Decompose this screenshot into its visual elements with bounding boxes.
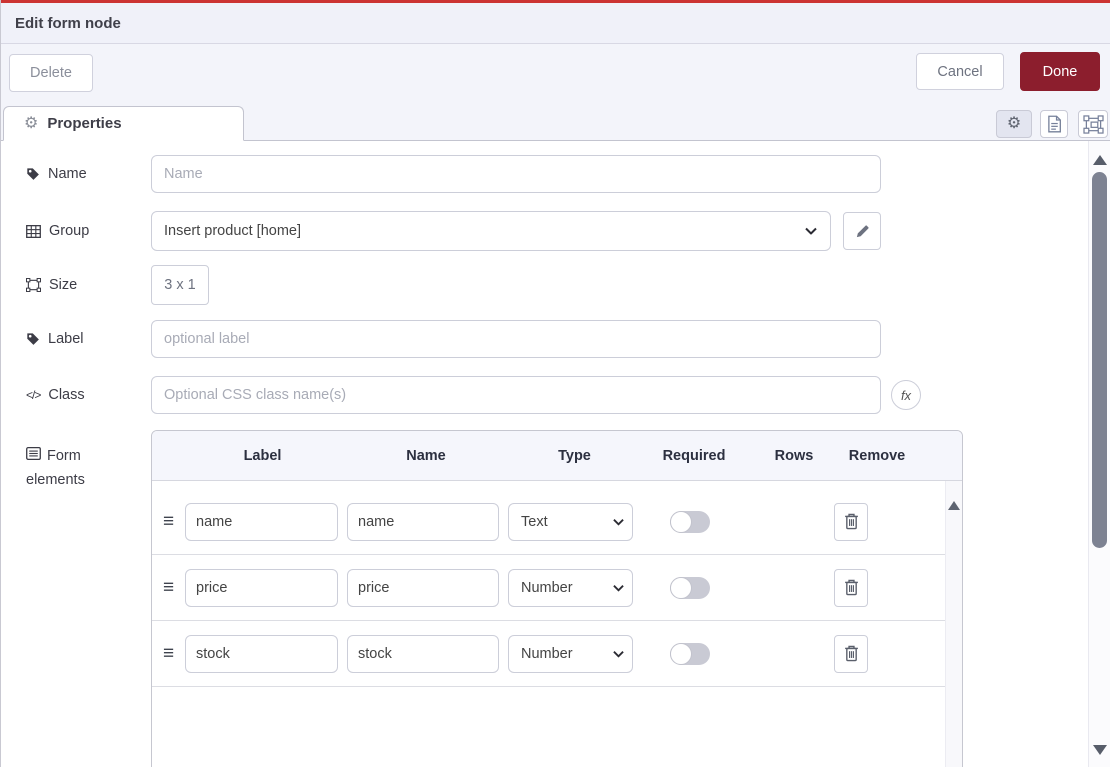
cancel-button[interactable]: Cancel: [916, 53, 1004, 90]
form-element-row: ≡ Text: [152, 489, 945, 555]
column-header-rows: Rows: [764, 448, 824, 464]
panel-scrollbar[interactable]: [1088, 141, 1110, 767]
element-type-select[interactable]: Text: [508, 503, 633, 541]
remove-element-button[interactable]: [834, 635, 868, 673]
form-elements-rows: ≡ Text ≡ Number: [152, 481, 945, 767]
done-button[interactable]: Done: [1020, 52, 1100, 91]
name-input[interactable]: [151, 155, 881, 193]
size-field-label: Size: [26, 277, 151, 293]
field-row-size: Size 3 x 1: [26, 265, 209, 305]
dialog-title: Edit form node: [15, 15, 121, 32]
element-type-select[interactable]: Number: [508, 635, 633, 673]
field-row-form-elements: Form elements: [26, 430, 106, 492]
properties-view-button[interactable]: ⚙: [996, 110, 1032, 138]
dialog-button-bar: Delete Cancel Done: [1, 44, 1110, 104]
label-field-label: Label: [26, 331, 151, 347]
trash-icon: [844, 579, 859, 596]
tab-properties[interactable]: ⚙ Properties: [3, 106, 244, 141]
gear-icon: ⚙: [1007, 116, 1021, 132]
form-elements-field-label: Form elements: [26, 444, 106, 492]
object-group-icon: [26, 278, 41, 292]
dialog-title-bar: Edit form node: [1, 3, 1110, 44]
drag-handle-icon[interactable]: ≡: [163, 512, 179, 531]
element-name-input[interactable]: [347, 503, 499, 541]
required-toggle[interactable]: [670, 643, 710, 665]
list-scrollbar[interactable]: [945, 481, 962, 767]
element-label-input[interactable]: [185, 635, 338, 673]
pencil-icon: [855, 224, 870, 239]
element-label-input[interactable]: [185, 503, 338, 541]
editor-tab-bar: ⚙ Properties ⚙: [1, 104, 1110, 141]
name-field-label: Name: [26, 166, 151, 182]
edit-group-button[interactable]: [843, 212, 881, 250]
column-header-label: Label: [185, 448, 340, 464]
drag-handle-icon[interactable]: ≡: [163, 578, 179, 597]
remove-element-button[interactable]: [834, 503, 868, 541]
column-header-type: Type: [512, 448, 637, 464]
tag-icon: [26, 332, 40, 346]
scroll-up-icon[interactable]: [948, 501, 960, 510]
trash-icon: [844, 645, 859, 662]
field-row-group: Group Insert product [home]: [26, 211, 881, 251]
form-elements-list: Label Name Type Required Rows Remove ≡ T…: [151, 430, 963, 767]
list-alt-icon: [26, 447, 41, 460]
toggle-knob: [670, 511, 692, 533]
required-toggle[interactable]: [670, 577, 710, 599]
scroll-up-icon[interactable]: [1093, 155, 1107, 165]
field-row-label: Label: [26, 320, 881, 358]
edit-form-node-dialog: Edit form node Delete Cancel Done ⚙ Prop…: [0, 0, 1110, 767]
class-input[interactable]: [151, 376, 881, 414]
trash-icon: [844, 513, 859, 530]
column-header-required: Required: [649, 448, 739, 464]
scroll-down-icon[interactable]: [1093, 745, 1107, 755]
appearance-view-button[interactable]: [1078, 110, 1108, 138]
scrollbar-thumb[interactable]: [1092, 172, 1107, 548]
class-field-label: </> Class: [26, 387, 151, 403]
form-element-row: ≡ Number: [152, 621, 945, 687]
group-field-label: Group: [26, 223, 151, 239]
group-select[interactable]: Insert product [home]: [151, 211, 831, 251]
element-name-input[interactable]: [347, 635, 499, 673]
toggle-knob: [670, 577, 692, 599]
description-view-button[interactable]: [1040, 110, 1068, 138]
form-elements-body: ≡ Text ≡ Number: [152, 481, 962, 767]
table-icon: [26, 225, 41, 238]
column-header-name: Name: [349, 448, 503, 464]
field-row-class: </> Class fx: [26, 376, 921, 414]
tag-icon: [26, 167, 40, 181]
delete-button[interactable]: Delete: [9, 54, 93, 92]
size-button[interactable]: 3 x 1: [151, 265, 209, 305]
code-icon: </>: [26, 388, 40, 402]
column-header-remove: Remove: [842, 448, 912, 464]
toggle-knob: [670, 643, 692, 665]
object-group-icon: [1083, 115, 1104, 134]
element-label-input[interactable]: [185, 569, 338, 607]
tab-properties-label: Properties: [47, 115, 121, 132]
expression-button[interactable]: fx: [891, 380, 921, 410]
form-element-row: ≡ Number: [152, 555, 945, 621]
fx-icon: fx: [901, 388, 911, 403]
properties-panel: Name Group Insert product [home]: [1, 141, 1089, 767]
drag-handle-icon[interactable]: ≡: [163, 644, 179, 663]
label-input[interactable]: [151, 320, 881, 358]
required-toggle[interactable]: [670, 511, 710, 533]
document-icon: [1047, 115, 1062, 133]
element-name-input[interactable]: [347, 569, 499, 607]
element-type-select[interactable]: Number: [508, 569, 633, 607]
field-row-name: Name: [26, 155, 881, 193]
remove-element-button[interactable]: [834, 569, 868, 607]
gear-icon: ⚙: [24, 116, 38, 132]
form-elements-header: Label Name Type Required Rows Remove: [152, 431, 962, 481]
